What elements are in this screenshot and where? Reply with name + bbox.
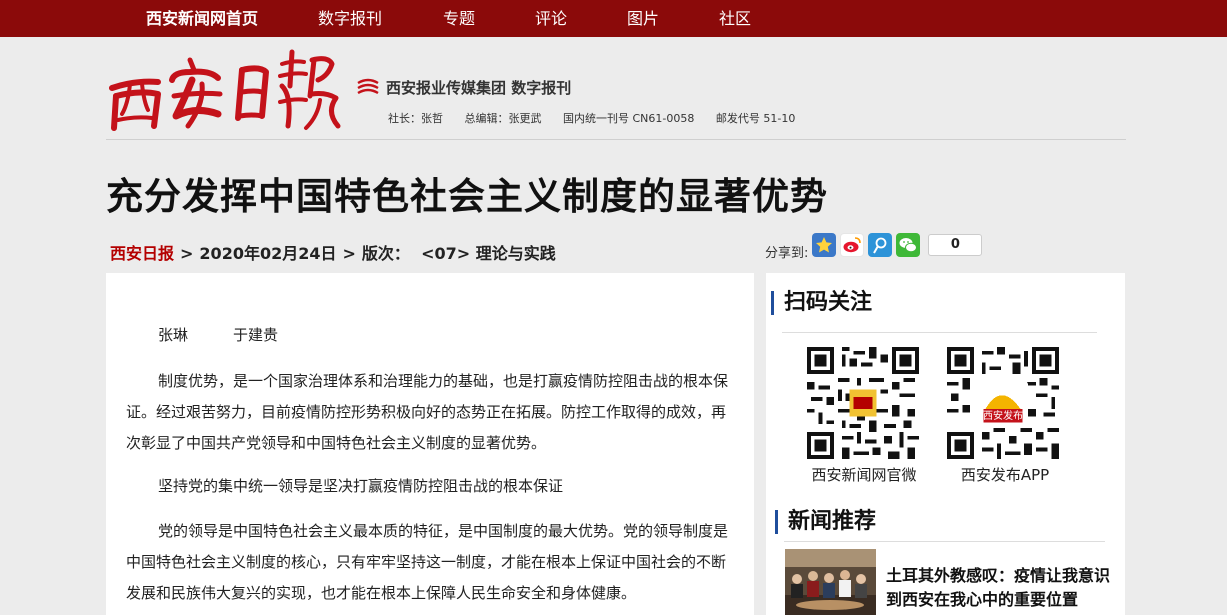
qr-caption-weibo: 西安新闻网官微: [811, 466, 917, 484]
breadcrumb-paper[interactable]: 西安日报: [110, 244, 174, 263]
qzone-icon[interactable]: [812, 233, 837, 257]
top-nav: 西安新闻网首页 数字报刊 专题 评论 图片 社区: [0, 0, 1227, 37]
wechat-icon[interactable]: [896, 233, 921, 257]
tencent-weibo-icon[interactable]: [868, 233, 893, 257]
article-subheading: 坚持党的集中统一领导是坚决打赢疫情防控阻击战的根本保证: [158, 477, 564, 495]
nav-pictures[interactable]: 图片: [627, 0, 659, 37]
breadcrumb-separator: >: [180, 244, 194, 263]
masthead-credits: 社长：张哲 总编辑：张更武 国内统一刊号 CN61-0058 邮发代号 51-1…: [388, 110, 813, 126]
edition-label: 版次：: [361, 244, 410, 263]
share-label: 分享到:: [765, 245, 809, 261]
weibo-icon[interactable]: [840, 233, 865, 257]
issn-number: 国内统一刊号 CN61-0058: [563, 112, 695, 125]
article-headline: 充分发挥中国特色社会主义制度的显著优势: [106, 175, 828, 218]
nav-digital-paper[interactable]: 数字报刊: [318, 0, 382, 37]
group-emblem-icon: [357, 78, 379, 95]
nav-home[interactable]: 西安新闻网首页: [146, 0, 258, 37]
breadcrumb-date[interactable]: 2020年02月24日: [199, 244, 336, 263]
xian-daily-logo[interactable]: [106, 46, 342, 132]
publisher: 社长：张哲: [388, 112, 443, 125]
nav-community[interactable]: 社区: [719, 0, 751, 37]
news-thumbnail[interactable]: [785, 549, 876, 615]
group-line: 西安报业传媒集团 数字报刊: [356, 76, 571, 98]
share-bar: 分享到: 0: [765, 232, 983, 261]
news-item-title[interactable]: 土耳其外教感叹：疫情让我意识到西安在我心中的重要位置: [886, 564, 1116, 612]
article-paragraph: 制度优势，是一个国家治理体系和治理能力的基础，也是打赢疫情防控阻击战的根本保证。…: [126, 372, 729, 452]
breadcrumb: 西安日报 >2020年02月24日 > 版次： <07> 理论与实践: [110, 240, 556, 264]
qr-code-app: 西安发布: [947, 347, 1059, 459]
editor-in-chief: 总编辑：张更武: [464, 112, 542, 125]
breadcrumb-edition[interactable]: <07> 理论与实践: [421, 244, 556, 263]
masthead-divider: [106, 139, 1126, 140]
qr-badge-text: 西安发布: [983, 409, 1023, 422]
article-body: 张琳 于建贵 制度优势，是一个国家治理体系和治理能力的基础，也是打赢疫情防控阻击…: [106, 273, 754, 615]
nav-topics[interactable]: 专题: [443, 0, 475, 37]
news-section-title: 新闻推荐: [775, 510, 876, 534]
qr-code-weibo: [807, 347, 919, 459]
news-section-divider: [784, 541, 1105, 542]
qr-caption-app: 西安发布APP: [960, 466, 1050, 484]
group-name: 西安报业传媒集团 数字报刊: [386, 78, 572, 97]
share-count: 0: [928, 234, 983, 256]
article-paragraph: 党的领导是中国特色社会主义最本质的特征，是中国制度的最大优势。党的领导制度是中国…: [126, 522, 729, 602]
qr-section-title: 扫码关注: [771, 291, 872, 315]
breadcrumb-separator: >: [342, 244, 356, 263]
qr-section-divider: [782, 332, 1097, 333]
article-authors: 张琳 于建贵: [158, 326, 279, 344]
postal-code: 邮发代号 51-10: [715, 112, 796, 125]
nav-comments[interactable]: 评论: [535, 0, 567, 37]
